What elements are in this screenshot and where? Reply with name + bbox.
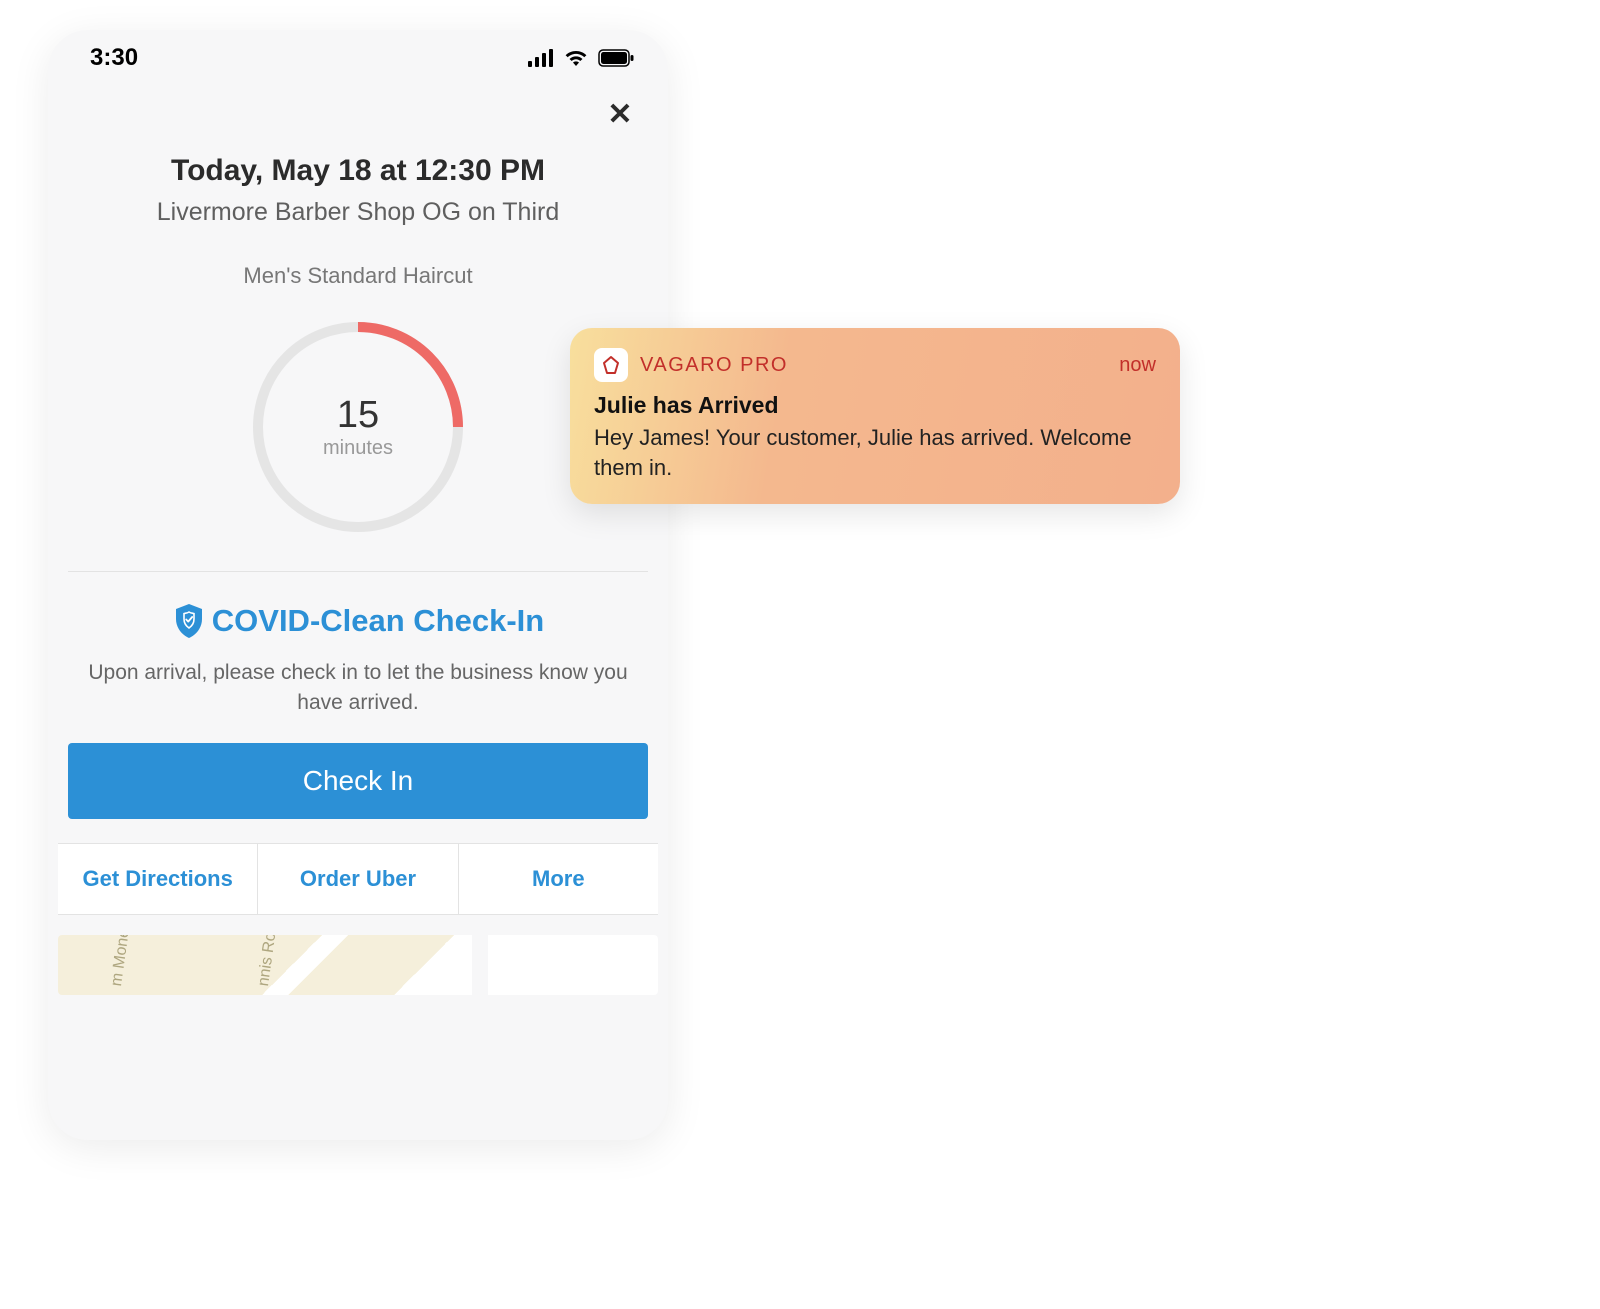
map-divider	[472, 935, 488, 995]
more-button[interactable]: More	[459, 844, 658, 914]
wifi-icon	[564, 49, 588, 67]
countdown-ring: 15 minutes	[248, 317, 468, 537]
close-icon: ✕	[607, 98, 632, 131]
notification-title: Julie has Arrived	[594, 392, 1156, 419]
appointment-header: Today, May 18 at 12:30 PM Livermore Barb…	[48, 132, 668, 317]
close-button[interactable]: ✕	[602, 96, 638, 132]
covid-title-text: COVID-Clean Check-In	[212, 603, 544, 639]
notification-header: VAGARO PRO now	[594, 348, 1156, 382]
divider	[68, 571, 648, 572]
covid-description: Upon arrival, please check in to let the…	[68, 658, 648, 719]
status-bar: 3:30	[48, 30, 668, 86]
cellular-icon	[528, 49, 554, 67]
order-uber-button[interactable]: Order Uber	[258, 844, 458, 914]
notification-body: Hey James! Your customer, Julie has arri…	[594, 423, 1156, 482]
push-notification[interactable]: VAGARO PRO now Julie has Arrived Hey Jam…	[570, 328, 1180, 504]
check-in-button[interactable]: Check In	[68, 743, 648, 819]
battery-icon	[598, 49, 634, 67]
status-time: 3:30	[90, 44, 138, 72]
countdown-unit: minutes	[323, 437, 393, 460]
business-name: Livermore Barber Shop OG on Third	[78, 198, 638, 227]
shield-icon	[172, 602, 206, 640]
service-name: Men's Standard Haircut	[78, 263, 638, 289]
notification-time: now	[1119, 354, 1156, 377]
map-preview[interactable]: m Moneg nnis Ros	[58, 935, 658, 995]
covid-checkin-section: COVID-Clean Check-In Upon arrival, pleas…	[48, 602, 668, 819]
notification-app-name: VAGARO PRO	[640, 354, 1119, 377]
phone-mockup: 3:30	[48, 30, 668, 1140]
covid-title-row: COVID-Clean Check-In	[68, 602, 648, 640]
close-row: ✕	[48, 86, 668, 132]
app-icon	[594, 348, 628, 382]
get-directions-button[interactable]: Get Directions	[58, 844, 258, 914]
appointment-datetime: Today, May 18 at 12:30 PM	[78, 154, 638, 188]
map-street-label: nnis Ros	[255, 935, 281, 988]
action-row: Get Directions Order Uber More	[58, 843, 658, 915]
status-indicators	[528, 49, 634, 67]
map-street-label: m Moneg	[108, 935, 135, 988]
countdown-value: 15	[337, 394, 379, 437]
